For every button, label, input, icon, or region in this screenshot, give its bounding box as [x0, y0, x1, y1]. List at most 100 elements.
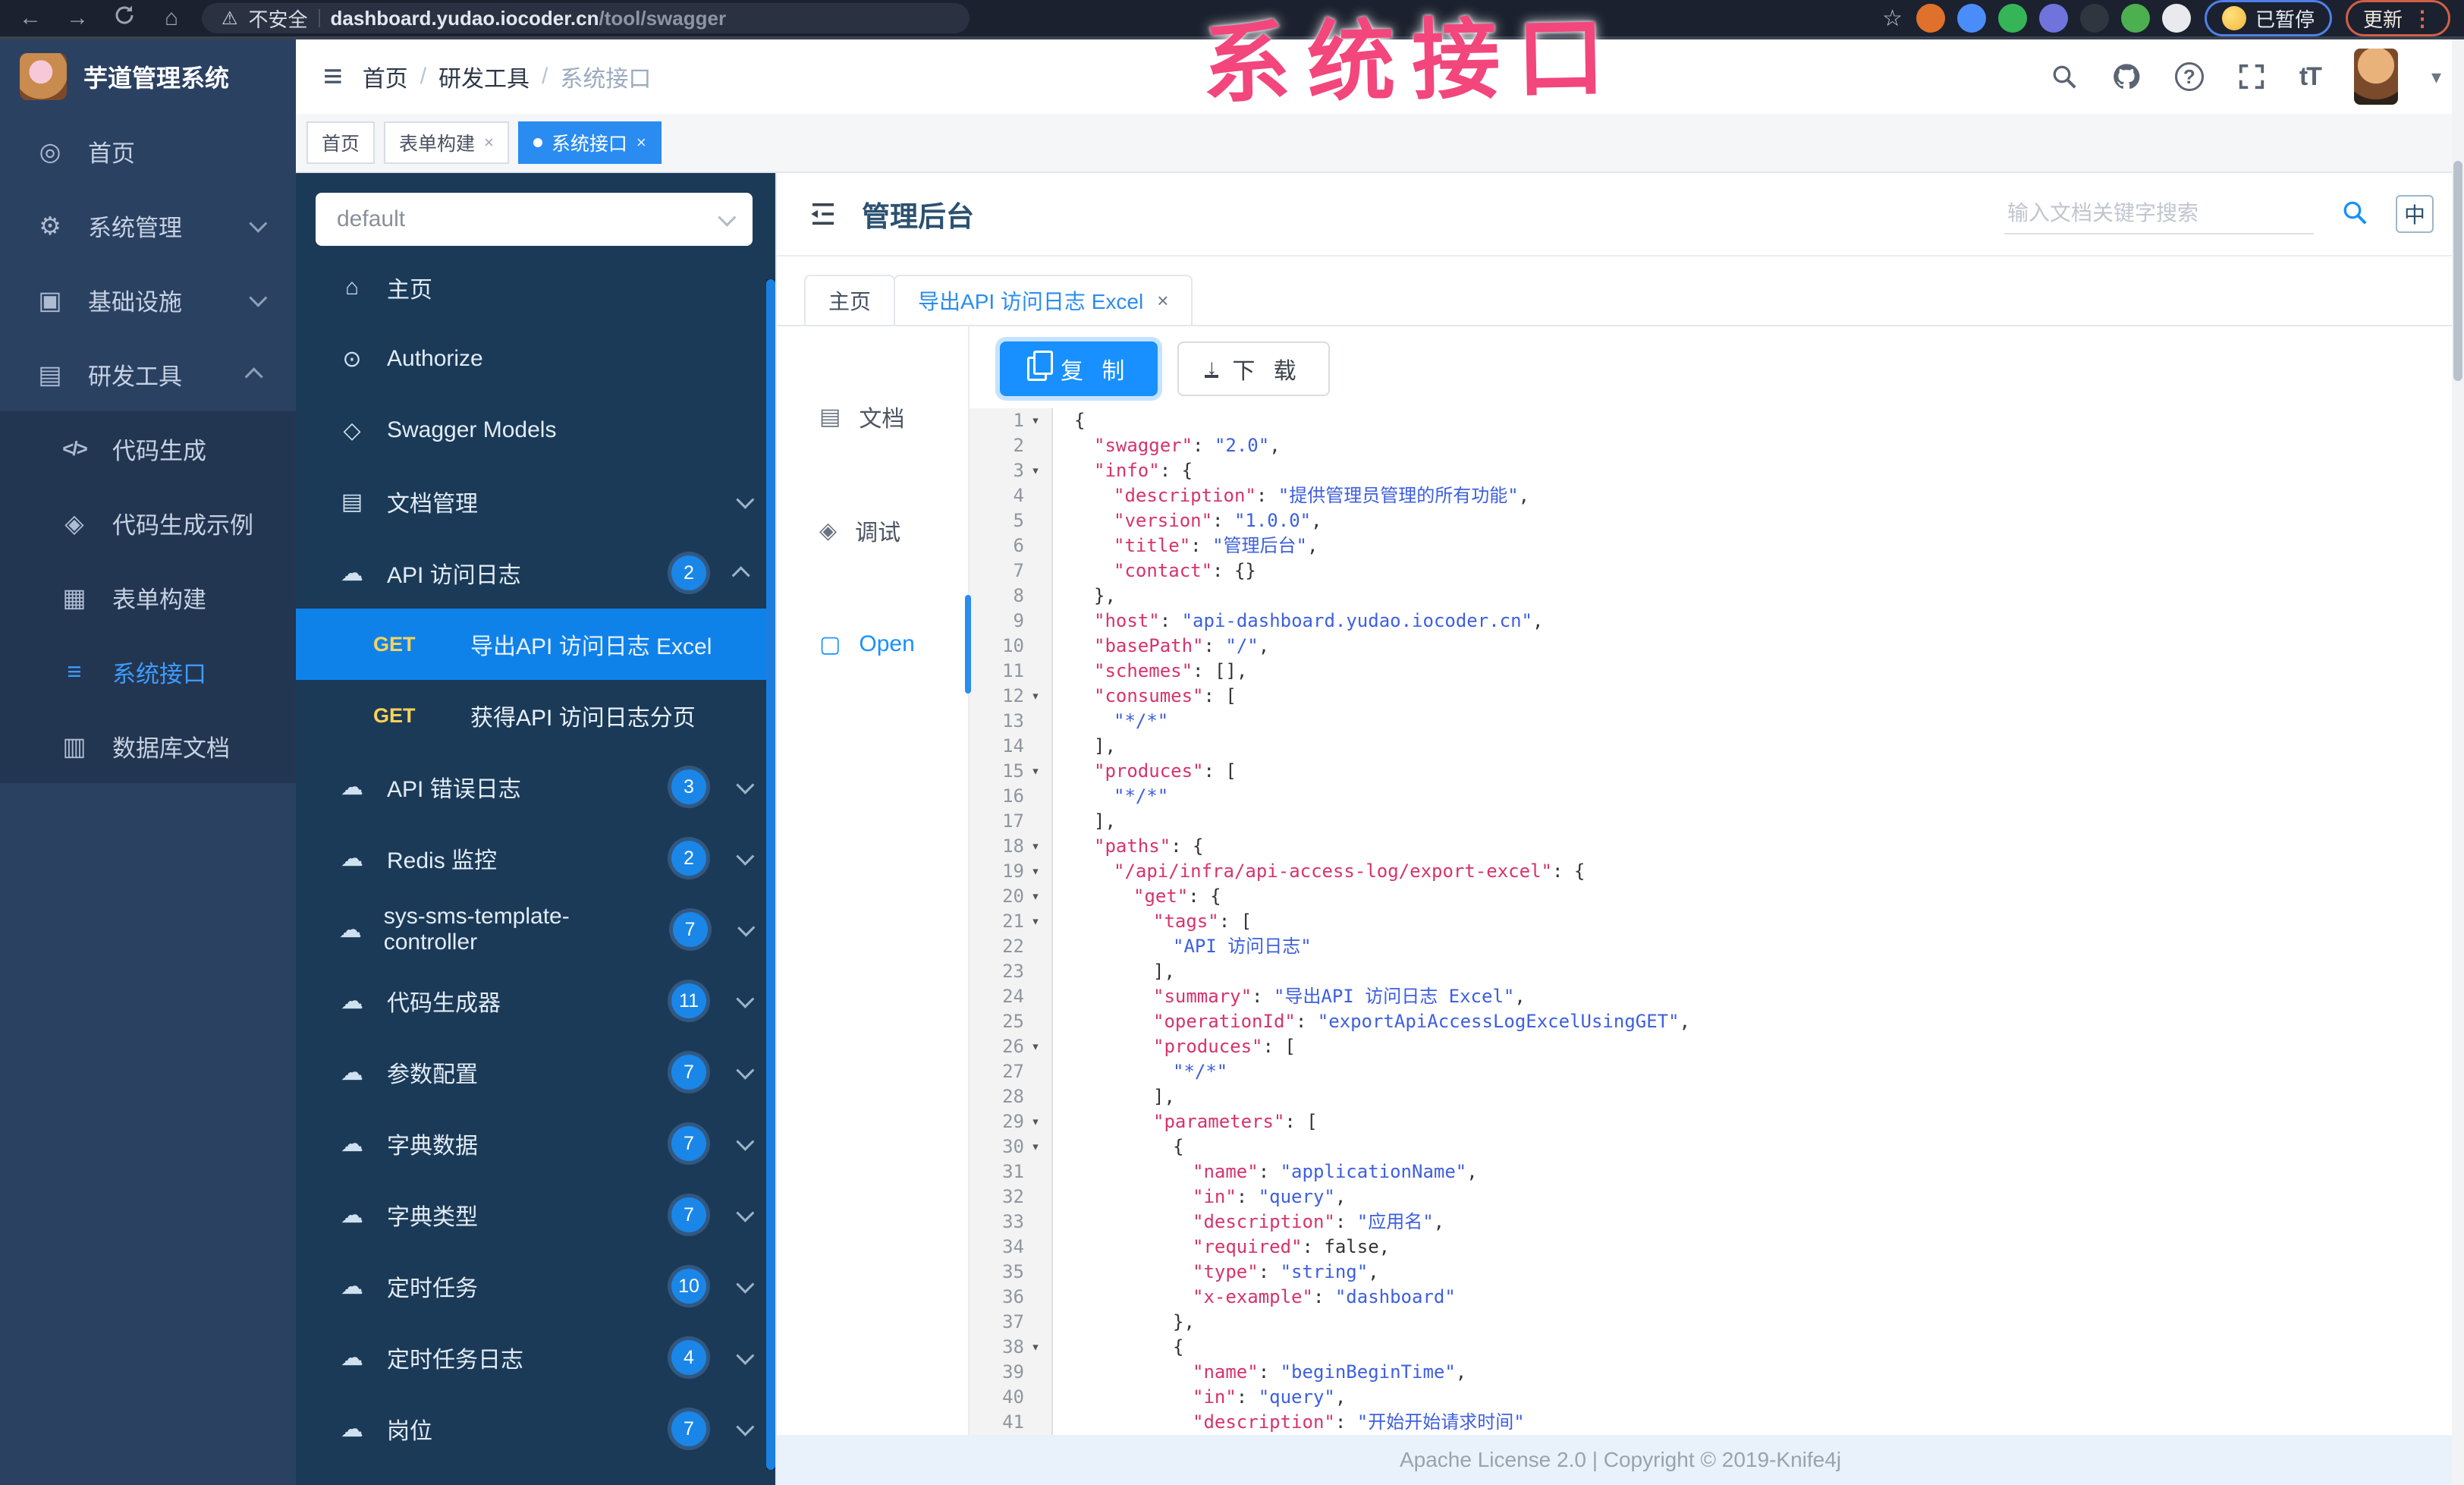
- doc-tab[interactable]: 导出API 访问日志 Excel ×: [894, 275, 1193, 325]
- home-icon[interactable]: ⌂: [155, 5, 188, 31]
- api-menu-item[interactable]: ☁ 定时任务 10: [296, 1251, 775, 1322]
- extension-icon[interactable]: [1956, 4, 1986, 33]
- refresh-icon[interactable]: [108, 4, 141, 33]
- close-icon[interactable]: ×: [484, 133, 494, 153]
- page-scrollbar[interactable]: [2452, 39, 2464, 1485]
- http-method-label: GET: [373, 632, 416, 656]
- sidebar-item-form-builder[interactable]: ▦ 表单构建: [0, 560, 296, 634]
- download-button[interactable]: ↓ 下 载: [1177, 341, 1330, 396]
- api-sidebar-scrollbar[interactable]: [766, 279, 775, 1470]
- profile-paused-button[interactable]: 已暂停: [2204, 0, 2332, 36]
- extension-icon[interactable]: [2120, 4, 2150, 33]
- code-line: 20 ▾ "get": {: [970, 884, 2464, 909]
- home-icon: ⌂: [344, 275, 360, 300]
- doc-nav-open[interactable]: ▢ Open: [777, 587, 971, 701]
- language-toggle[interactable]: 中: [2396, 195, 2434, 233]
- sidebar-item-codegen[interactable]: </> 代码生成: [0, 411, 296, 486]
- extension-icons: [1916, 4, 2191, 33]
- code-editor[interactable]: 1 ▾{2 "swagger": "2.0", 3 ▾ "info": {4 "descri…: [970, 408, 2464, 1435]
- extension-icon[interactable]: [2079, 4, 2109, 33]
- help-icon[interactable]: ?: [2174, 62, 2204, 91]
- tag-view-item[interactable]: 首页: [306, 121, 376, 164]
- doc-nav-调试[interactable]: ◈ 调试: [777, 474, 968, 587]
- avatar-caret-icon[interactable]: ▾: [2431, 65, 2441, 89]
- font-size-icon[interactable]: tT: [2299, 62, 2322, 92]
- hamburger-icon[interactable]: ≡: [323, 58, 343, 96]
- shield-icon: ◈: [64, 508, 84, 537]
- api-menu-label: 参数配置: [387, 1062, 478, 1087]
- cloud-icon: ☁: [341, 774, 363, 800]
- count-badge: 10: [671, 1269, 706, 1304]
- monitor-icon: ▣: [38, 285, 62, 314]
- api-menu-item[interactable]: ☁ 参数配置 7: [296, 1037, 775, 1108]
- tag-view-item[interactable]: 表单构建 ×: [384, 121, 509, 164]
- gutter: 20 ▾: [970, 884, 1053, 909]
- extension-icon[interactable]: [1916, 4, 1945, 33]
- api-menu-item[interactable]: ☁ Redis 监控 2: [296, 823, 775, 894]
- sidebar-item-db-doc[interactable]: ▥ 数据库文档: [0, 709, 296, 783]
- page-scrollbar-thumb[interactable]: [2453, 161, 2462, 381]
- api-menu-item[interactable]: ☁ 代码生成器 11: [296, 965, 775, 1037]
- sidebar-item-devtools[interactable]: ▤ 研发工具: [0, 337, 296, 411]
- fullscreen-icon[interactable]: [2237, 62, 2266, 91]
- sidebar-item-system[interactable]: ⚙ 系统管理: [0, 188, 296, 263]
- api-endpoint-item[interactable]: GET 导出API 访问日志 Excel: [296, 609, 775, 680]
- doc-search-icon[interactable]: [2341, 199, 2368, 230]
- code-line: 33 "description": "应用名",: [970, 1210, 2464, 1235]
- api-menu-item[interactable]: ☁ 字典类型 7: [296, 1179, 775, 1251]
- fold-icon: ▾: [1031, 1113, 1040, 1130]
- copy-button[interactable]: 复 制: [1000, 341, 1158, 396]
- url-host: dashboard.yudao.iocoder.cn: [330, 6, 599, 30]
- doc-search-input[interactable]: [2004, 193, 2314, 234]
- extension-icon[interactable]: [1997, 4, 2027, 33]
- github-icon[interactable]: [2111, 61, 2142, 92]
- sidebar-item-home[interactable]: ◎ 首页: [0, 114, 296, 188]
- extension-icon[interactable]: [2038, 4, 2068, 33]
- breadcrumb-item[interactable]: 系统接口: [560, 60, 651, 93]
- api-menu-item[interactable]: ☁ 岗位 7: [296, 1393, 775, 1465]
- collapse-sidebar-icon[interactable]: [807, 198, 839, 230]
- sidebar-item-codegen-demo[interactable]: ◈ 代码生成示例: [0, 486, 296, 560]
- doc-nav-文档[interactable]: ▤ 文档: [777, 360, 968, 474]
- api-menu-item[interactable]: ☁ sys-sms-template-controller 7: [296, 894, 775, 965]
- form-icon: ▦: [62, 583, 86, 612]
- search-icon[interactable]: [2051, 63, 2078, 90]
- browser-update-button[interactable]: 更新 ⋮: [2345, 0, 2450, 36]
- extension-icon[interactable]: [2161, 4, 2191, 33]
- api-menu-item[interactable]: ☁ API 访问日志 2: [296, 537, 775, 609]
- gutter: 15 ▾: [970, 759, 1053, 784]
- bookmark-star-icon[interactable]: ☆: [1882, 5, 1903, 32]
- api-menu-item[interactable]: ☁ API 错误日志 3: [296, 751, 775, 823]
- cloud-icon: ☁: [341, 1416, 363, 1442]
- api-endpoint-item[interactable]: GET 获得API 访问日志分页: [296, 680, 775, 751]
- close-icon[interactable]: ×: [1157, 289, 1168, 313]
- chevron-down-icon: [736, 1275, 755, 1294]
- user-avatar[interactable]: [2353, 49, 2398, 105]
- api-group-select[interactable]: default: [316, 193, 753, 246]
- breadcrumb-item[interactable]: 首页: [363, 60, 408, 93]
- sidebar-item-infra[interactable]: ▣ 基础设施: [0, 263, 296, 337]
- api-menu-item[interactable]: ◇ Swagger Models: [296, 395, 775, 466]
- api-menu-item[interactable]: ⊙ Authorize: [296, 323, 775, 395]
- file-icon: ▤: [819, 404, 841, 429]
- address-bar[interactable]: ⚠ 不安全 dashboard.yudao.iocoder.cn/tool/sw…: [202, 3, 970, 33]
- api-menu-item[interactable]: ☁ 定时任务日志 4: [296, 1322, 775, 1393]
- not-secure-warning-icon: ⚠: [222, 8, 238, 29]
- logo-row[interactable]: 芋道管理系统: [0, 39, 296, 114]
- api-menu-item[interactable]: ⌂ 主页: [296, 252, 775, 323]
- forward-icon[interactable]: →: [61, 5, 94, 31]
- back-icon[interactable]: ←: [14, 5, 47, 31]
- breadcrumb-item[interactable]: 研发工具: [438, 60, 530, 93]
- sidebar-item-api-doc[interactable]: ≡ 系统接口: [0, 634, 296, 709]
- close-icon[interactable]: ×: [636, 133, 646, 153]
- tag-view-active[interactable]: 系统接口 ×: [517, 121, 662, 164]
- doc-nav-label: 文档: [859, 407, 905, 432]
- api-menu-item[interactable]: ▤ 文档管理: [296, 466, 775, 537]
- debug-icon: ◈: [819, 518, 838, 543]
- api-menu-label: 代码生成器: [387, 991, 501, 1016]
- doc-tab[interactable]: 主页: [804, 275, 896, 325]
- gutter: 22: [970, 934, 1053, 959]
- browser-menu-icon[interactable]: ⋮: [2412, 6, 2433, 31]
- api-menu-label: API 错误日志: [387, 777, 521, 802]
- api-menu-item[interactable]: ☁ 字典数据 7: [296, 1108, 775, 1179]
